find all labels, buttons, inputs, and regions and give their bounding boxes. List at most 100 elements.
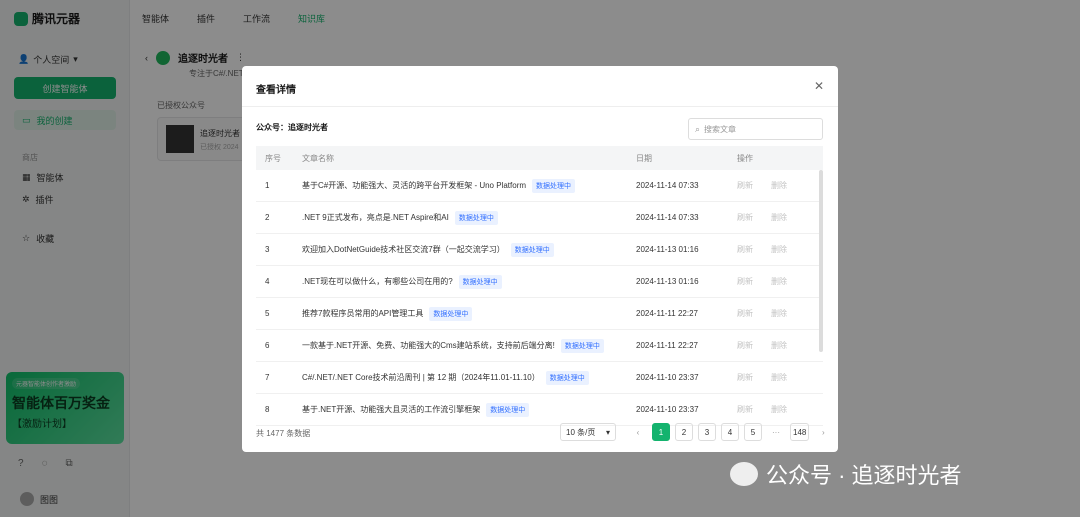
row-date: 2024-11-11 22:27 (636, 309, 698, 318)
row-title-cell: 推荐7款程序员常用的API管理工具 数据处理中 (302, 306, 636, 321)
row-date: 2024-11-11 22:27 (636, 341, 698, 350)
col-date: 日期 (636, 153, 652, 163)
table-row: 1 基于C#开源、功能强大、灵活的跨平台开发框架 - Uno Platform 数据… (256, 170, 823, 202)
pagination: 10 条/页 ▾ ‹ 1 2 3 4 5 ··· 148 › (560, 423, 832, 441)
delete-button[interactable]: 删除 (771, 372, 787, 383)
prev-page-icon[interactable]: ‹ (629, 423, 647, 441)
row-index: 3 (265, 245, 270, 254)
table-row: 6 一款基于.NET开源、免费、功能强大的Cms建站系统，支持前后端分离! 数据处理… (256, 330, 823, 362)
table-row: 2 .NET 9正式发布，亮点是.NET Aspire和AI 数据处理中 2024-1… (256, 202, 823, 234)
page-size-select[interactable]: 10 条/页 ▾ (560, 423, 616, 441)
refresh-button[interactable]: 刷新 (737, 372, 753, 383)
row-date: 2024-11-13 01:16 (636, 245, 699, 254)
total-count: 共 1477 条数据 (256, 429, 311, 438)
row-index: 8 (265, 405, 270, 414)
delete-button[interactable]: 删除 (771, 212, 787, 223)
table-row: 5 推荐7款程序员常用的API管理工具 数据处理中 2024-11-11 22:27 刷… (256, 298, 823, 330)
row-ops: 刷新 删除 (737, 244, 823, 255)
table-row: 7 C#/.NET/.NET Core技术前沿周刊 | 第 12 期（2024年1… (256, 362, 823, 394)
delete-button[interactable]: 删除 (771, 340, 787, 351)
row-ops: 刷新 删除 (737, 180, 823, 191)
page-4[interactable]: 4 (721, 423, 739, 441)
page-ellipsis[interactable]: ··· (767, 423, 785, 441)
page-2[interactable]: 2 (675, 423, 693, 441)
page-1[interactable]: 1 (652, 423, 670, 441)
divider (242, 106, 838, 107)
refresh-button[interactable]: 刷新 (737, 212, 753, 223)
row-ops: 刷新 删除 (737, 212, 823, 223)
status-badge: 数据处理中 (510, 242, 554, 257)
row-date: 2024-11-10 23:37 (636, 373, 699, 382)
row-date: 2024-11-14 07:33 (636, 181, 699, 190)
row-title-cell: .NET 9正式发布，亮点是.NET Aspire和AI 数据处理中 (302, 210, 636, 225)
status-badge: 数据处理中 (454, 210, 498, 225)
refresh-button[interactable]: 刷新 (737, 244, 753, 255)
modal-footer: 共 1477 条数据 10 条/页 ▾ ‹ 1 2 3 4 5 ··· 148 … (242, 415, 838, 452)
row-date: 2024-11-13 01:16 (636, 277, 699, 286)
refresh-button[interactable]: 刷新 (737, 308, 753, 319)
table-header: 序号 文章名称 日期 操作 (256, 146, 823, 170)
status-badge: 数据处理中 (560, 338, 604, 353)
article-title[interactable]: 推荐7款程序员常用的API管理工具 (302, 308, 423, 319)
row-title-cell: 欢迎加入DotNetGuide技术社区交流7群（一起交流学习） 数据处理中 (302, 242, 636, 257)
row-index: 2 (265, 213, 270, 222)
article-title[interactable]: C#/.NET/.NET Core技术前沿周刊 | 第 12 期（2024年11… (302, 372, 540, 383)
chevron-down-icon: ▾ (605, 427, 610, 437)
account-label: 公众号：追逐时光者 (256, 123, 328, 132)
row-title-cell: C#/.NET/.NET Core技术前沿周刊 | 第 12 期（2024年11… (302, 370, 636, 385)
row-ops: 刷新 删除 (737, 372, 823, 383)
row-title-cell: .NET现在可以做什么，有哪些公司在用的? 数据处理中 (302, 274, 636, 289)
scrollbar[interactable] (819, 170, 823, 352)
delete-button[interactable]: 删除 (771, 308, 787, 319)
row-date: 2024-11-10 23:37 (636, 405, 699, 414)
page-size-value: 10 条/页 (566, 427, 596, 437)
col-index: 序号 (265, 153, 281, 163)
article-title[interactable]: 基于C#开源、功能强大、灵活的跨平台开发框架 - Uno Platform (302, 180, 526, 191)
col-ops: 操作 (737, 153, 753, 163)
watermark-text: 公众号 · 追逐时光者 (766, 463, 962, 488)
page-5[interactable]: 5 (744, 423, 762, 441)
delete-button[interactable]: 删除 (771, 276, 787, 287)
table-row: 4 .NET现在可以做什么，有哪些公司在用的? 数据处理中 2024-11-13 01… (256, 266, 823, 298)
row-title-cell: 基于C#开源、功能强大、灵活的跨平台开发框架 - Uno Platform 数据处… (302, 178, 636, 193)
row-title-cell: 一款基于.NET开源、免费、功能强大的Cms建站系统，支持前后端分离! 数据处理中 (302, 338, 636, 353)
details-modal: 查看详情 ✕ 公众号：追逐时光者 ⌕ 序号 文章名称 日期 操作 1 基于C#开源… (242, 66, 838, 452)
delete-button[interactable]: 删除 (771, 244, 787, 255)
col-title: 文章名称 (302, 153, 334, 163)
status-badge: 数据处理中 (429, 306, 473, 321)
next-page-icon[interactable]: › (814, 423, 832, 441)
modal-title: 查看详情 (256, 85, 296, 96)
article-title[interactable]: 欢迎加入DotNetGuide技术社区交流7群（一起交流学习） (302, 244, 505, 255)
row-index: 6 (265, 341, 270, 350)
refresh-button[interactable]: 刷新 (737, 180, 753, 191)
status-badge: 数据处理中 (532, 178, 576, 193)
page-last[interactable]: 148 (790, 423, 810, 441)
delete-button[interactable]: 删除 (771, 404, 787, 415)
row-ops: 刷新 删除 (737, 340, 823, 351)
article-title[interactable]: .NET 9正式发布，亮点是.NET Aspire和AI (302, 212, 449, 223)
articles-table: 序号 文章名称 日期 操作 1 基于C#开源、功能强大、灵活的跨平台开发框架 - … (256, 146, 823, 426)
row-index: 4 (265, 277, 270, 286)
row-ops: 刷新 删除 (737, 404, 823, 415)
row-index: 7 (265, 373, 270, 382)
watermark: 公众号 · 追逐时光者 (730, 458, 962, 490)
refresh-button[interactable]: 刷新 (737, 276, 753, 287)
status-badge: 数据处理中 (545, 370, 589, 385)
close-icon[interactable]: ✕ (814, 79, 824, 93)
page-3[interactable]: 3 (698, 423, 716, 441)
article-title[interactable]: 基于.NET开源、功能强大且灵活的工作流引擎框架 (302, 404, 480, 415)
search-input[interactable] (704, 124, 805, 134)
status-badge: 数据处理中 (458, 274, 502, 289)
article-title[interactable]: 一款基于.NET开源、免费、功能强大的Cms建站系统，支持前后端分离! (302, 340, 555, 351)
article-title[interactable]: .NET现在可以做什么，有哪些公司在用的? (302, 276, 453, 287)
table-row: 3 欢迎加入DotNetGuide技术社区交流7群（一起交流学习） 数据处理中 202… (256, 234, 823, 266)
search-box: ⌕ (688, 118, 823, 140)
refresh-button[interactable]: 刷新 (737, 404, 753, 415)
row-date: 2024-11-14 07:33 (636, 213, 699, 222)
wechat-icon (730, 462, 758, 486)
delete-button[interactable]: 删除 (771, 180, 787, 191)
refresh-button[interactable]: 刷新 (737, 340, 753, 351)
row-index: 5 (265, 309, 270, 318)
row-ops: 刷新 删除 (737, 308, 823, 319)
search-icon: ⌕ (695, 123, 701, 134)
